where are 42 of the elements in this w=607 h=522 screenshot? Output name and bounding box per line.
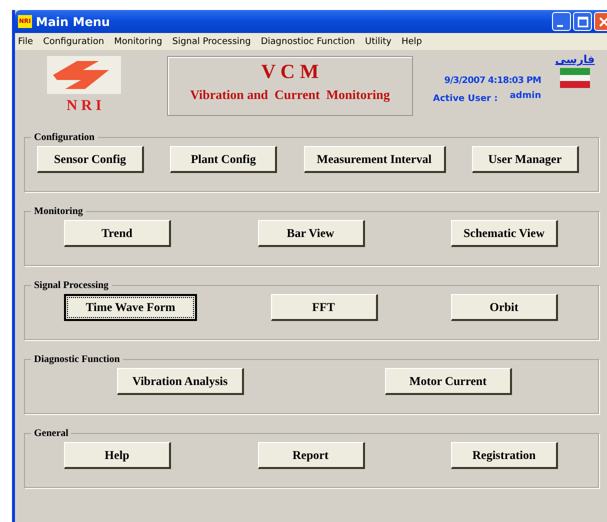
menu-button[interactable]: Trend [64, 220, 171, 247]
banner-title: V C M [261, 61, 319, 84]
active-user-value: admin [510, 91, 542, 103]
menu-item[interactable]: Help [402, 36, 422, 46]
group-title: General [33, 428, 70, 439]
menu-button[interactable]: Sensor Config [37, 146, 144, 173]
minimize-button[interactable] [552, 12, 571, 31]
menu-button[interactable]: Help [64, 442, 171, 469]
menu-item[interactable]: Utility [365, 36, 392, 46]
menu-button[interactable]: Vibration Analysis [117, 368, 244, 395]
active-user-label: Active User : [433, 93, 498, 104]
menu-item[interactable]: Configuration [43, 36, 104, 46]
logo-icon [47, 56, 121, 94]
close-icon [598, 16, 607, 28]
banner-subtitle: Vibration and Current Monitoring [190, 87, 390, 103]
logo-text: N R I [66, 98, 102, 115]
window-title: Main Menu [36, 14, 111, 28]
menu-button[interactable]: Measurement Interval [304, 146, 446, 173]
flag-icon [560, 68, 590, 88]
menu-item[interactable]: Monitoring [114, 36, 162, 46]
menu-item[interactable]: Diagnostioc Function [260, 36, 356, 46]
menu-button[interactable]: Report [258, 442, 364, 469]
menu-button[interactable]: Motor Current [385, 368, 512, 395]
menu-button[interactable]: Bar View [258, 220, 364, 247]
maximize-button[interactable] [573, 12, 592, 31]
menu-button[interactable]: Schematic View [451, 220, 558, 247]
language-link[interactable]: فارسی [555, 53, 595, 66]
menu-button[interactable]: Registration [451, 442, 558, 469]
menu-button[interactable]: FFT [270, 294, 378, 321]
menu-button[interactable]: Plant Config [170, 146, 278, 173]
maximize-icon [576, 16, 588, 28]
menu-button[interactable]: User Manager [472, 146, 579, 173]
datetime-label: 9/3/2007 4:18:03 PM [444, 76, 542, 86]
minimize-icon [556, 24, 562, 26]
group-title: Diagnostic Function [33, 354, 121, 365]
menu-item[interactable]: Signal Processing [172, 36, 251, 46]
group-title: Configuration [33, 132, 96, 143]
group-title: Monitoring [33, 206, 84, 217]
menu-button[interactable]: Time Wave Form [64, 294, 197, 321]
menu-button[interactable]: Orbit [451, 294, 558, 321]
group-title: Signal Processing [33, 280, 110, 291]
menu-item[interactable]: File [18, 36, 34, 46]
